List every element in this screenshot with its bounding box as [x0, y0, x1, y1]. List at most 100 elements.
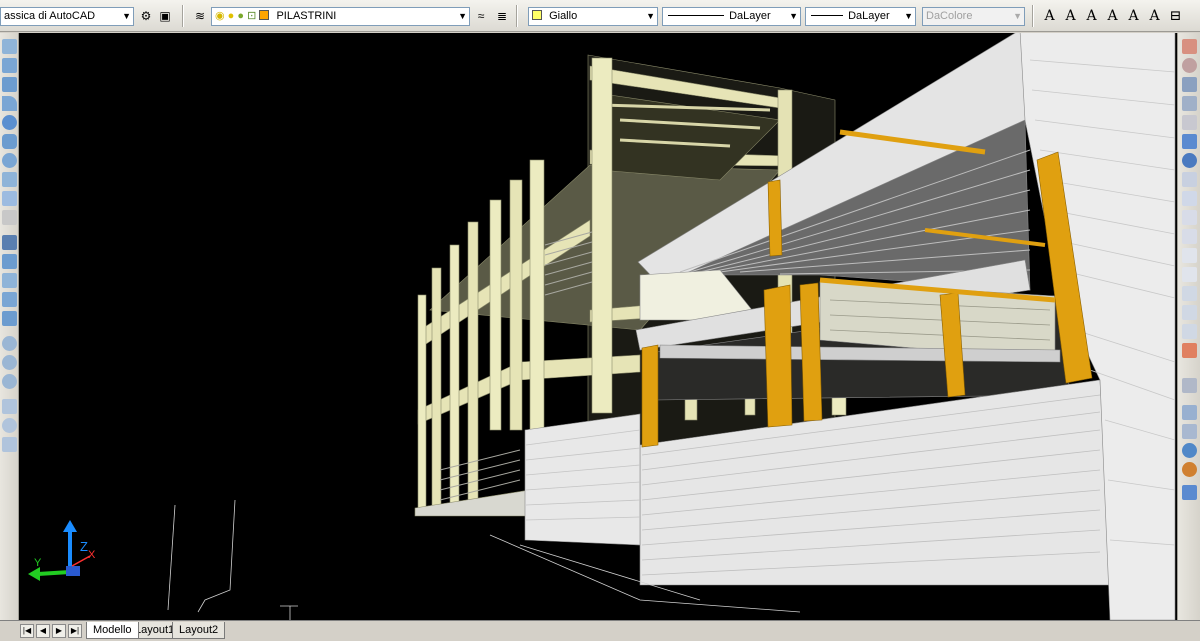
- next-tab-icon[interactable]: ▶: [52, 624, 66, 638]
- offset-icon[interactable]: [1182, 96, 1197, 111]
- color-swatch: [532, 10, 542, 20]
- linetype-sample: [668, 15, 724, 16]
- layer-manager-icon[interactable]: ≋: [192, 8, 208, 24]
- break-icon[interactable]: [1182, 248, 1197, 263]
- scale-icon[interactable]: [1182, 172, 1197, 187]
- layout-tab-bar: |◀ ◀ ▶ ▶| Modello Layout1 Layout2: [0, 620, 1200, 641]
- color-combo[interactable]: Giallo ▼: [528, 7, 658, 26]
- 3d-align-icon[interactable]: [2, 437, 17, 452]
- text-style-button[interactable]: A: [1040, 7, 1059, 26]
- find-text-button[interactable]: A: [1103, 7, 1122, 26]
- layer-previous-icon[interactable]: ≣: [494, 8, 510, 24]
- chevron-down-icon: ▼: [1013, 11, 1022, 21]
- properties-toolbar: assica di AutoCAD ▼ ⚙ ▣ ≋ ◉ ● ● ⊡ PILAST…: [0, 0, 1200, 32]
- 3d-rotate-icon[interactable]: [2, 418, 17, 433]
- lightbulb-icon: ◉: [215, 10, 225, 22]
- workspace-settings-icon[interactable]: ⚙: [138, 8, 154, 24]
- visual-styles-manager-icon[interactable]: [1182, 485, 1197, 500]
- drawing-viewport[interactable]: Z Y X: [19, 33, 1177, 620]
- separator: [516, 5, 518, 27]
- explode-icon[interactable]: [1182, 324, 1197, 339]
- ucs-y-label: Y: [34, 557, 42, 569]
- sphere-icon[interactable]: [2, 115, 17, 130]
- lineweight-value: DaLayer: [848, 10, 890, 22]
- plotstyle-combo: DaColore ▼: [922, 7, 1025, 26]
- first-tab-icon[interactable]: |◀: [20, 624, 34, 638]
- chevron-down-icon: ▼: [122, 11, 131, 21]
- copy-icon[interactable]: [1182, 58, 1197, 73]
- last-tab-icon[interactable]: ▶|: [68, 624, 82, 638]
- lineweight-sample: [811, 15, 843, 16]
- visual-style-icon[interactable]: [1182, 378, 1197, 393]
- tab-modello[interactable]: Modello: [86, 622, 139, 639]
- multiline-text-button[interactable]: A: [1061, 7, 1080, 26]
- intersect-icon[interactable]: [2, 374, 17, 389]
- ucs-z-label: Z: [80, 539, 88, 554]
- pyramid-icon[interactable]: [2, 172, 17, 187]
- stretch-icon[interactable]: [1182, 191, 1197, 206]
- previous-tab-icon[interactable]: ◀: [36, 624, 50, 638]
- explode-icon-2[interactable]: [1182, 343, 1197, 358]
- separator: [1032, 5, 1034, 27]
- cylinder-icon[interactable]: [2, 134, 17, 149]
- lineweight-combo[interactable]: DaLayer ▼: [805, 7, 916, 26]
- workspace-value: assica di AutoCAD: [4, 10, 96, 22]
- extrude-icon[interactable]: [2, 235, 17, 250]
- layer-color-swatch: [259, 10, 270, 20]
- text-style-manager-button[interactable]: A: [1124, 7, 1143, 26]
- mirror-icon[interactable]: [1182, 77, 1197, 92]
- freeze-icon: ●: [237, 10, 245, 22]
- cone-icon[interactable]: [2, 96, 17, 111]
- fillet-icon[interactable]: [1182, 305, 1197, 320]
- color-value: Giallo: [549, 10, 578, 22]
- box-icon[interactable]: [2, 58, 17, 73]
- linetype-combo[interactable]: DaLayer ▼: [662, 7, 801, 26]
- conceptual-icon[interactable]: [1182, 462, 1197, 477]
- union-icon[interactable]: [2, 336, 17, 351]
- justify-text-button[interactable]: ⊟: [1166, 7, 1185, 26]
- customize-icon[interactable]: ▣: [157, 8, 173, 24]
- wedge-icon[interactable]: [2, 77, 17, 92]
- chamfer-icon[interactable]: [1182, 286, 1197, 301]
- chevron-down-icon: ▼: [458, 11, 467, 21]
- polysolid-icon[interactable]: [2, 39, 17, 54]
- edit-text-button[interactable]: A: [1082, 7, 1101, 26]
- scale-text-button[interactable]: A: [1145, 7, 1164, 26]
- subtract-icon[interactable]: [2, 355, 17, 370]
- lock-icon: ⊡: [247, 10, 257, 22]
- trim-icon[interactable]: [1182, 210, 1197, 225]
- modify-toolbar: [1177, 33, 1200, 620]
- torus-icon[interactable]: [2, 153, 17, 168]
- separator: [182, 5, 184, 27]
- layer-combo[interactable]: ◉ ● ● ⊡ PILASTRINI ▼: [211, 7, 470, 26]
- move-icon[interactable]: [1182, 134, 1197, 149]
- linetype-value: DaLayer: [729, 10, 771, 22]
- ucs-x-label: X: [88, 549, 96, 561]
- join-icon[interactable]: [1182, 267, 1197, 282]
- layer-value: PILASTRINI: [276, 10, 337, 22]
- sun-icon: ●: [227, 10, 235, 22]
- 3d-move-icon[interactable]: [2, 399, 17, 414]
- helix-icon[interactable]: [2, 191, 17, 206]
- rotate-icon[interactable]: [1182, 153, 1197, 168]
- workspace-combo[interactable]: assica di AutoCAD ▼: [0, 7, 134, 26]
- revolve-icon[interactable]: [2, 292, 17, 307]
- array-icon[interactable]: [1182, 115, 1197, 130]
- extend-icon[interactable]: [1182, 229, 1197, 244]
- modeling-toolbar: [0, 33, 19, 620]
- planar-surface-icon[interactable]: [2, 210, 17, 225]
- tab-layout2[interactable]: Layout2: [172, 622, 226, 639]
- sweep-icon[interactable]: [2, 273, 17, 288]
- plotstyle-value: DaColore: [926, 10, 973, 22]
- hidden-icon[interactable]: [1182, 424, 1197, 439]
- chevron-down-icon: ▼: [904, 11, 913, 21]
- erase-icon[interactable]: [1182, 39, 1197, 54]
- make-layer-current-icon[interactable]: ≈: [473, 8, 489, 24]
- 3d-model-render: Z Y X: [28, 33, 1176, 620]
- loft-icon[interactable]: [2, 311, 17, 326]
- chevron-down-icon: ▼: [789, 11, 798, 21]
- chevron-down-icon: ▼: [646, 11, 655, 21]
- presspull-icon[interactable]: [2, 254, 17, 269]
- wireframe-icon[interactable]: [1182, 405, 1197, 420]
- realistic-icon[interactable]: [1182, 443, 1197, 458]
